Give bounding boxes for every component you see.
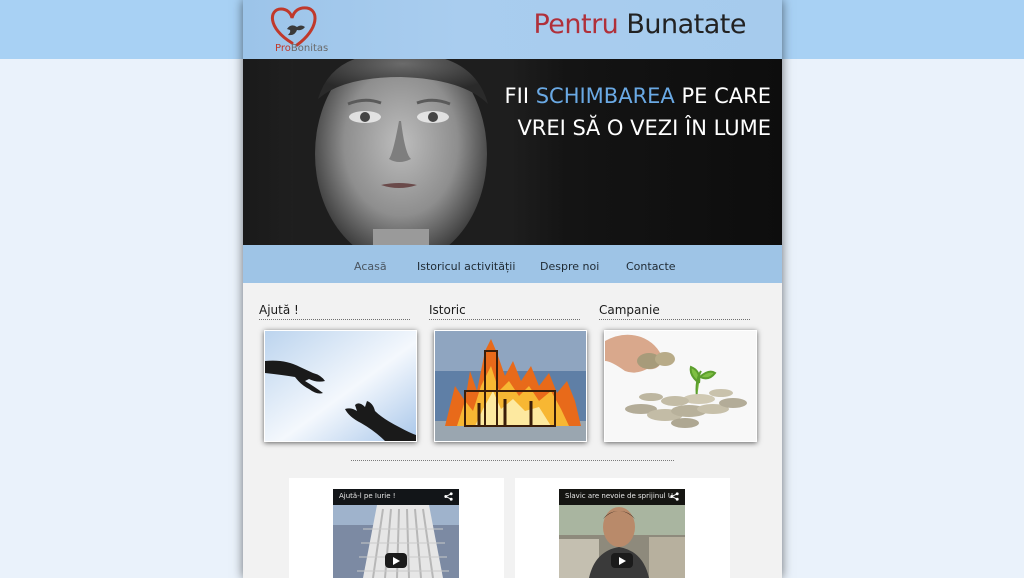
thumb-coins-plant[interactable] [604, 330, 757, 442]
hero-line1-pre: FII [504, 84, 530, 108]
share-icon[interactable] [444, 492, 453, 501]
nav-item-contacte[interactable]: Contacte [626, 260, 676, 273]
nav-item-istoricul[interactable]: Istoricul activității [417, 260, 515, 273]
site-title-part2: Bunatate [626, 9, 746, 40]
video-card-2: Slavic are nevoie de sprijinul U [515, 478, 730, 578]
thumb-helping-hands[interactable] [264, 330, 417, 442]
column-title-ajuta: Ajută ! [259, 303, 410, 320]
video-player-2[interactable]: Slavic are nevoie de sprijinul U [559, 489, 685, 578]
burning-church-image [435, 331, 586, 441]
hero-tagline-line2: VREI SĂ O VEZI ÎN LUME [517, 116, 771, 140]
video-title-bar-2: Slavic are nevoie de sprijinul U [559, 489, 685, 505]
hero-line1-post: PE CARE [681, 84, 772, 108]
hero-banner: FII SCHIMBAREA PE CARE VREI SĂ O VEZI ÎN… [243, 59, 782, 245]
video-title-bar-1: Ajută-l pe Iurie ! [333, 489, 459, 505]
column-title-istoric: Istoric [429, 303, 580, 320]
column-title-campanie: Campanie [599, 303, 750, 320]
video-title-1[interactable]: Ajută-l pe Iurie ! [339, 492, 396, 500]
hero-tagline-line1: FII SCHIMBAREA PE CARE [505, 84, 771, 108]
logo-text: ProBonitas [275, 43, 328, 54]
page-container: ProBonitas Pentru Bunatate FII SCHIMBARE… [243, 0, 782, 578]
main-nav: Acasă Istoricul activității Despre noi C… [243, 245, 782, 283]
site-title: Pentru Bunatate [533, 9, 746, 40]
video-title-2[interactable]: Slavic are nevoie de sprijinul U [565, 492, 673, 500]
hero-line1-highlight: SCHIMBAREA [535, 84, 675, 108]
logo-text-pro: Pro [275, 43, 291, 54]
boy-portrait-image [293, 59, 513, 245]
logo[interactable]: ProBonitas [257, 3, 328, 55]
nav-item-acasa[interactable]: Acasă [354, 260, 387, 273]
play-button-icon[interactable] [611, 553, 633, 568]
coins-plant-image [605, 331, 756, 441]
section-divider [351, 460, 674, 461]
share-icon[interactable] [670, 492, 679, 501]
play-button-icon[interactable] [385, 553, 407, 568]
logo-text-rest: Bonitas [290, 43, 329, 54]
video-card-1: Ajută-l pe Iurie ! [289, 478, 504, 578]
nav-item-despre-noi[interactable]: Despre noi [540, 260, 599, 273]
video-player-1[interactable]: Ajută-l pe Iurie ! [333, 489, 459, 578]
site-header: ProBonitas Pentru Bunatate [243, 0, 782, 59]
site-title-part1: Pentru [533, 9, 619, 40]
thumb-burning-church[interactable] [434, 330, 587, 442]
helping-hands-image [265, 331, 416, 441]
